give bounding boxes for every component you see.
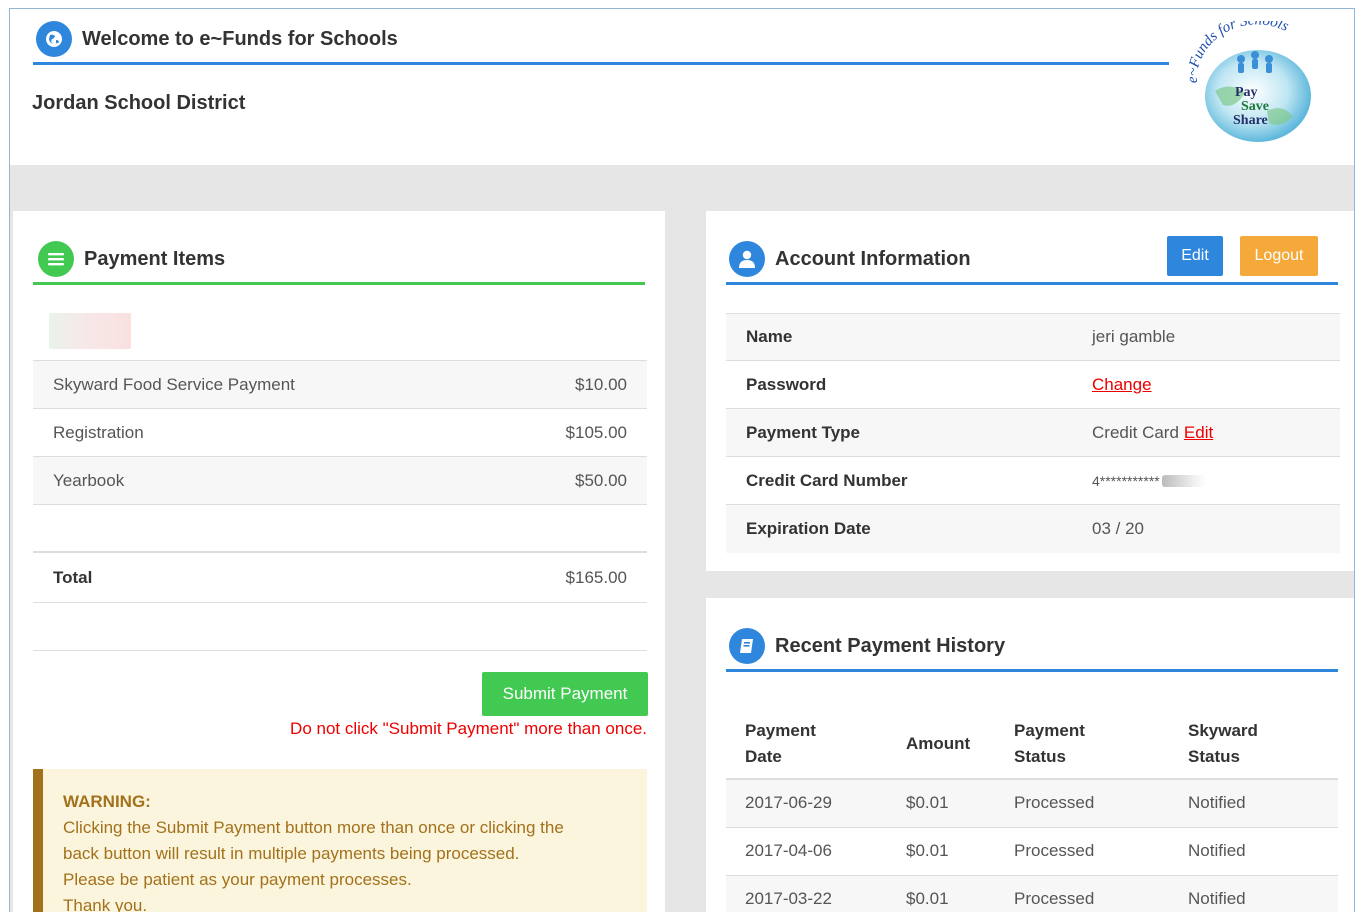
logo-line-pay: Pay <box>1235 85 1258 100</box>
edit-payment-type-link[interactable]: Edit <box>1184 423 1213 443</box>
account-row-name: Name jeri gamble <box>726 313 1340 361</box>
col-payment-date: Payment Date <box>745 718 816 770</box>
payment-type-value: Credit Card <box>1092 422 1179 442</box>
welcome-text: Welcome to e~Funds for Schools <box>82 27 398 50</box>
history-date: 2017-03-22 <box>745 889 832 908</box>
card-redaction <box>1161 474 1206 487</box>
efunds-logo: e~Funds for Schools Pay Save Share <box>1185 12 1325 146</box>
warning-line: Please be patient as your payment proces… <box>63 870 412 889</box>
globe-icon <box>36 21 72 57</box>
district-name: Jordan School District <box>32 92 246 114</box>
welcome-heading: Welcome to e~Funds for Schools <box>36 21 398 57</box>
submit-payment-button[interactable]: Submit Payment <box>482 672 648 716</box>
total-label: Total <box>53 567 93 587</box>
payment-type-label: Payment Type <box>746 422 861 442</box>
col-label: Skyward <box>1188 721 1258 740</box>
payment-items-divider <box>33 282 645 285</box>
payment-items-heading: Payment Items <box>84 247 226 270</box>
warning-line: back button will result in multiple paym… <box>63 844 520 863</box>
account-divider <box>726 282 1338 285</box>
warning-box: WARNING: Clicking the Submit Payment but… <box>33 769 647 912</box>
history-amount: $0.01 <box>906 793 949 812</box>
history-date: 2017-06-29 <box>745 793 832 812</box>
site-header: Welcome to e~Funds for Schools Jordan Sc… <box>10 9 1354 165</box>
history-amount: $0.01 <box>906 889 949 908</box>
password-label: Password <box>746 374 827 394</box>
history-row: 2017-04-06 $0.01 Processed Notified <box>726 828 1338 876</box>
warning-line: Clicking the Submit Payment button more … <box>63 818 564 837</box>
account-panel: Account Information Edit Logout Name jer… <box>706 211 1354 571</box>
item-image-row <box>33 301 647 361</box>
logout-button[interactable]: Logout <box>1240 236 1318 276</box>
total-spacer-row <box>33 603 647 651</box>
warning-line: Thank you. <box>63 896 148 912</box>
history-title: Recent Payment History <box>729 628 1005 664</box>
history-skyward: Notified <box>1188 841 1246 860</box>
account-row-expiration: Expiration Date 03 / 20 <box>726 505 1340 553</box>
account-row-card: Credit Card Number 4*********** <box>726 457 1340 505</box>
history-divider <box>726 669 1338 672</box>
expiration-value: 03 / 20 <box>1092 519 1144 538</box>
card-value: 4*********** <box>1092 472 1160 489</box>
warning-title: WARNING: <box>63 792 151 811</box>
expiration-label: Expiration Date <box>746 519 871 538</box>
account-heading: Account Information <box>775 247 971 270</box>
col-label: Date <box>745 747 782 766</box>
page-frame: Welcome to e~Funds for Schools Jordan Sc… <box>9 8 1355 912</box>
item-row-registration: Registration $105.00 <box>33 409 647 457</box>
col-label: Payment <box>745 721 816 740</box>
edit-account-button[interactable]: Edit <box>1167 236 1223 276</box>
history-panel: Recent Payment History Payment Date Amou… <box>706 598 1354 912</box>
col-label: Status <box>1188 747 1240 766</box>
history-status: Processed <box>1014 889 1095 908</box>
item-spacer-row <box>33 505 647 553</box>
col-label: Status <box>1014 747 1066 766</box>
item-amount: $105.00 <box>565 422 627 442</box>
welcome-divider <box>33 62 1169 65</box>
history-row: 2017-03-22 $0.01 Processed Notified <box>726 876 1338 912</box>
item-name: Skyward Food Service Payment <box>53 374 295 394</box>
col-payment-status: Payment Status <box>1014 718 1085 770</box>
change-password-link[interactable]: Change <box>1092 375 1152 395</box>
item-amount: $10.00 <box>575 374 627 394</box>
history-date: 2017-04-06 <box>745 841 832 860</box>
item-name: Yearbook <box>53 470 125 490</box>
item-thumbnail <box>49 313 131 349</box>
item-row-yearbook: Yearbook $50.00 <box>33 457 647 505</box>
logo-line-share: Share <box>1233 113 1268 128</box>
name-value: jeri gamble <box>1092 327 1176 346</box>
item-row-food-service: Skyward Food Service Payment $10.00 <box>33 361 647 409</box>
user-icon <box>729 241 765 277</box>
history-status: Processed <box>1014 793 1095 812</box>
history-amount: $0.01 <box>906 841 949 860</box>
history-status: Processed <box>1014 841 1095 860</box>
history-heading: Recent Payment History <box>775 634 1006 657</box>
history-table-header: Payment Date Amount Payment Status Skywa… <box>726 708 1338 780</box>
history-row: 2017-06-29 $0.01 Processed Notified <box>726 780 1338 828</box>
account-title: Account Information <box>729 241 971 277</box>
account-row-password: Password Change <box>726 361 1340 409</box>
name-label: Name <box>746 327 793 346</box>
col-amount: Amount <box>906 734 971 753</box>
history-skyward: Notified <box>1188 889 1246 908</box>
col-label: Payment <box>1014 721 1085 740</box>
item-amount: $50.00 <box>575 470 627 490</box>
history-skyward: Notified <box>1188 793 1246 812</box>
book-icon <box>729 628 765 664</box>
logo-line-save: Save <box>1241 99 1269 114</box>
submit-warning-note: Do not click "Submit Payment" more than … <box>290 719 647 738</box>
account-row-payment-type: Payment Type Credit Card Edit <box>726 409 1340 457</box>
payment-items-title: Payment Items <box>38 241 225 277</box>
list-icon <box>38 241 74 277</box>
item-name: Registration <box>53 422 144 442</box>
payment-items-panel: Payment Items Skyward Food Service Payme… <box>13 211 665 912</box>
total-row: Total $165.00 <box>33 553 647 603</box>
total-amount: $165.00 <box>565 567 627 587</box>
col-skyward-status: Skyward Status <box>1188 718 1258 770</box>
card-label: Credit Card Number <box>746 470 908 490</box>
